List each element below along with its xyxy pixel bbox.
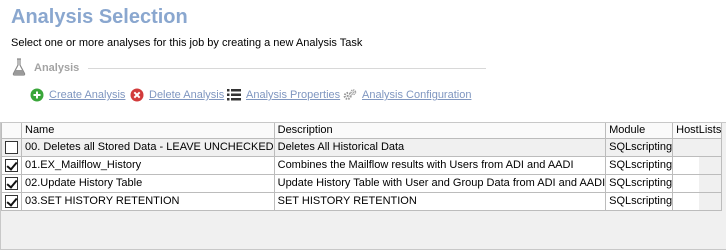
row-hostlists [672,155,723,175]
row-module: SQLscripting [605,173,674,193]
row-checkbox-cell[interactable] [1,137,22,157]
row-module: SQLscripting [605,155,674,175]
column-header-module[interactable]: Module [605,123,674,139]
column-header-hostlists[interactable]: HostLists [672,123,723,139]
row-checkbox[interactable] [5,194,18,208]
row-hostlists [672,137,723,157]
row-checkbox[interactable] [5,176,18,190]
analysis-configuration-label: Analysis Configuration [362,89,472,101]
row-checkbox-cell[interactable] [1,191,22,211]
page-subtitle: Select one or more analyses for this job… [11,37,363,49]
delete-analysis-label: Delete Analysis [149,89,225,101]
analysis-grid: Name Description Module HostLists 00. De… [0,122,726,250]
row-description: SET HISTORY RETENTION [273,191,607,211]
row-module: SQLscripting [605,137,674,157]
row-name: 03.SET HISTORY RETENTION [21,191,275,211]
row-checkbox-cell[interactable] [1,173,22,193]
gears-icon [343,88,357,102]
row-checkbox-cell[interactable] [1,155,22,175]
table-row[interactable]: 01.EX_Mailflow_History Combines the Mail… [1,155,723,175]
table-row[interactable]: 02.Update History Table Update History T… [1,173,723,193]
flask-icon [12,58,26,76]
row-hostlists [672,191,723,211]
column-header-name[interactable]: Name [21,123,275,139]
section-divider [88,68,486,69]
table-row[interactable]: 03.SET HISTORY RETENTION SET HISTORY RET… [1,191,723,211]
page-title: Analysis Selection [11,6,188,28]
analysis-properties-button[interactable]: Analysis Properties [227,87,340,103]
row-description: Deletes All Historical Data [273,137,607,157]
table-row[interactable]: 00. Deletes all Stored Data - LEAVE UNCH… [1,137,723,157]
row-description: Combines the Mailflow results with Users… [273,155,607,175]
row-checkbox[interactable] [5,140,18,154]
section-label: Analysis [34,62,80,74]
delete-analysis-button[interactable]: Delete Analysis [130,87,224,103]
grid-empty-rows [1,211,699,249]
create-analysis-label: Create Analysis [49,89,126,101]
delete-circle-icon [130,88,144,102]
plus-circle-icon [30,88,44,102]
analysis-configuration-button[interactable]: Analysis Configuration [343,87,471,103]
analysis-properties-label: Analysis Properties [246,89,341,101]
row-hostlists [672,173,723,193]
column-header-select[interactable] [1,123,22,139]
row-name: 02.Update History Table [21,173,275,193]
row-checkbox[interactable] [5,158,18,172]
column-header-description[interactable]: Description [273,123,607,139]
create-analysis-button[interactable]: Create Analysis [30,87,125,103]
row-description: Update History Table with User and Group… [273,173,607,193]
row-name: 00. Deletes all Stored Data - LEAVE UNCH… [21,137,275,157]
row-name: 01.EX_Mailflow_History [21,155,275,175]
row-module: SQLscripting [605,191,674,211]
analysis-table: Name Description Module HostLists 00. De… [1,123,723,211]
list-icon [227,88,241,102]
